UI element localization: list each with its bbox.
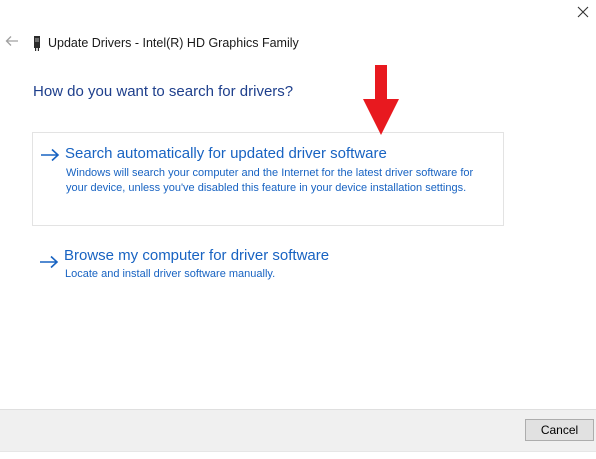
option-title: Search automatically for updated driver … — [65, 145, 387, 162]
red-down-arrow-icon — [363, 65, 399, 137]
search-automatically-option[interactable]: Search automatically for updated driver … — [32, 132, 504, 226]
option-description: Locate and install driver software manua… — [65, 268, 276, 280]
update-drivers-window: Update Drivers - Intel(R) HD Graphics Fa… — [0, 0, 596, 459]
dialog-footer: Cancel — [0, 409, 596, 451]
page-heading: How do you want to search for drivers? — [33, 83, 294, 100]
back-button[interactable] — [2, 33, 22, 53]
cancel-button[interactable]: Cancel — [525, 419, 594, 441]
back-arrow-icon — [5, 34, 19, 52]
window-title: Update Drivers - Intel(R) HD Graphics Fa… — [48, 36, 299, 50]
display-adapter-icon — [33, 35, 41, 51]
footer-divider — [0, 451, 596, 459]
browse-computer-option[interactable]: Browse my computer for driver software L… — [32, 240, 504, 292]
right-arrow-icon — [40, 148, 60, 162]
right-arrow-icon — [39, 255, 59, 269]
close-button[interactable] — [570, 2, 596, 26]
option-title: Browse my computer for driver software — [64, 247, 330, 264]
window-header: Update Drivers - Intel(R) HD Graphics Fa… — [0, 33, 560, 53]
option-description: Windows will search your computer and th… — [66, 167, 474, 194]
close-icon — [577, 5, 589, 23]
